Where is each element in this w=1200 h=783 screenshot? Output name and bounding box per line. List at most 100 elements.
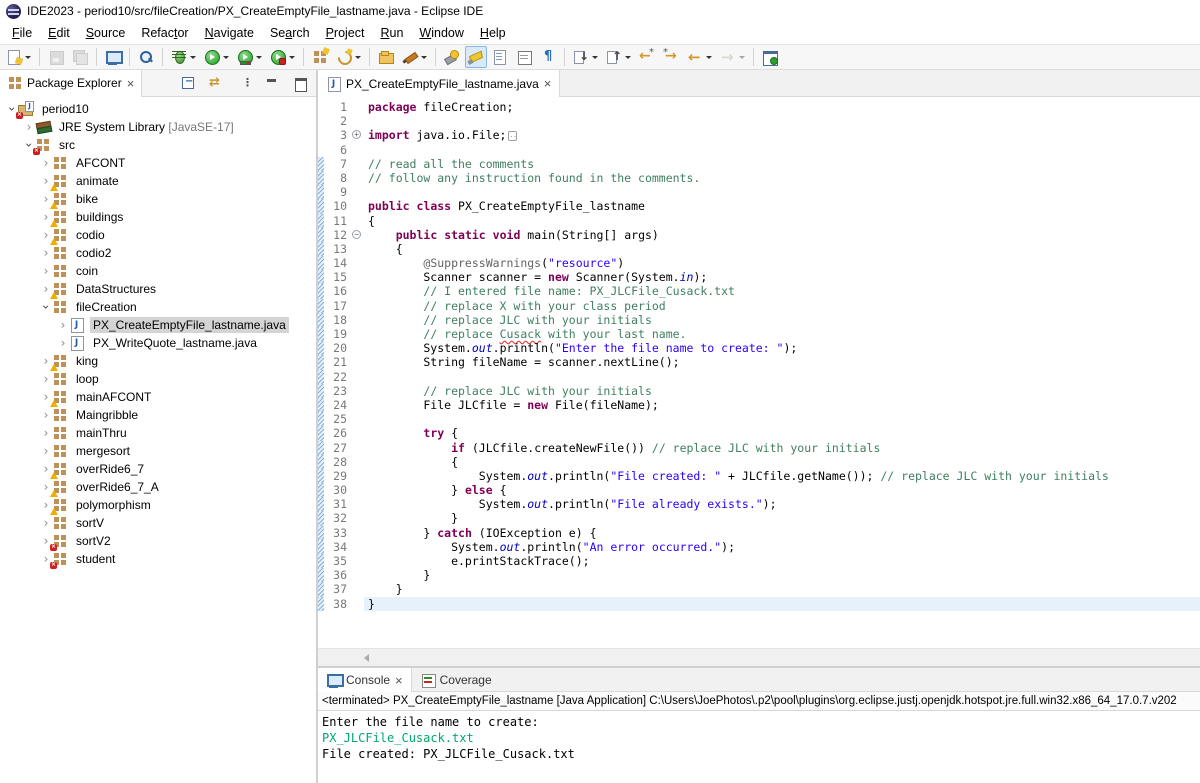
- chevron-collapsed-icon[interactable]: ›: [57, 319, 69, 331]
- tab-coverage[interactable]: Coverage: [412, 668, 500, 692]
- new-java-class-button[interactable]: [333, 46, 364, 68]
- tree-item-jre-system-library[interactable]: ›JRE System Library [JavaSE-17]: [0, 118, 316, 136]
- mark-occurrences-button[interactable]: [465, 46, 487, 68]
- tree-item-override6-7[interactable]: ›overRide6_7: [0, 460, 316, 478]
- code-line[interactable]: 25: [318, 412, 1200, 426]
- menu-navigate[interactable]: Navigate: [197, 24, 262, 42]
- menu-project[interactable]: Project: [318, 24, 373, 42]
- tree-item-mainthru[interactable]: ›mainThru: [0, 424, 316, 442]
- console-output[interactable]: Enter the file name to create: PX_JLCFil…: [318, 711, 1200, 783]
- chevron-collapsed-icon[interactable]: ›: [40, 445, 52, 457]
- chevron-collapsed-icon[interactable]: ›: [40, 157, 52, 169]
- code-line[interactable]: 11{: [318, 214, 1200, 228]
- dropdown-caret-icon[interactable]: [256, 56, 262, 59]
- tab-editor-file[interactable]: PX_CreateEmptyFile_lastname.java ×: [318, 70, 560, 97]
- code-line[interactable]: 17 // replace X with your class period: [318, 299, 1200, 313]
- new-java-project-button[interactable]: [309, 46, 331, 68]
- expand-fold-icon[interactable]: +: [352, 130, 361, 139]
- chevron-collapsed-icon[interactable]: ›: [40, 373, 52, 385]
- chevron-collapsed-icon[interactable]: ›: [40, 409, 52, 421]
- new-wizard-button[interactable]: [3, 46, 34, 68]
- code-line[interactable]: 6: [318, 143, 1200, 157]
- code-line[interactable]: 34 System.out.println("An error occurred…: [318, 540, 1200, 554]
- tab-package-explorer[interactable]: Package Explorer ×: [0, 70, 142, 97]
- new-editor-window-button[interactable]: [759, 46, 781, 68]
- menu-run[interactable]: Run: [372, 24, 411, 42]
- tree-item-sortv[interactable]: ›sortV: [0, 514, 316, 532]
- menu-window[interactable]: Window: [411, 24, 471, 42]
- chevron-expanded-icon[interactable]: ›: [40, 301, 52, 313]
- dropdown-caret-icon[interactable]: [355, 56, 361, 59]
- dropdown-caret-icon[interactable]: [25, 56, 31, 59]
- code-line[interactable]: 13 {: [318, 242, 1200, 256]
- external-tools-button[interactable]: [399, 46, 430, 68]
- dropdown-caret-icon[interactable]: [739, 56, 745, 59]
- code-line[interactable]: 19 // replace Cusack with your last name…: [318, 327, 1200, 341]
- code-line[interactable]: 15 Scanner scanner = new Scanner(System.…: [318, 270, 1200, 284]
- code-line[interactable]: 30 } else {: [318, 483, 1200, 497]
- menu-help[interactable]: Help: [472, 24, 514, 42]
- view-menu-button[interactable]: [233, 72, 255, 94]
- tree-item-sortv2[interactable]: ›sortV2: [0, 532, 316, 550]
- code-line[interactable]: 26 try {: [318, 426, 1200, 440]
- next-annotation-button[interactable]: [570, 46, 601, 68]
- code-line[interactable]: 1package fileCreation;: [318, 100, 1200, 114]
- back-button[interactable]: [684, 46, 715, 68]
- code-line[interactable]: 3+import java.io.File;..: [318, 128, 1200, 142]
- code-line[interactable]: 20 System.out.println("Enter the file na…: [318, 341, 1200, 355]
- scroll-left-arrow-icon[interactable]: [364, 654, 369, 662]
- dropdown-caret-icon[interactable]: [625, 56, 631, 59]
- menu-edit[interactable]: Edit: [40, 24, 78, 42]
- minimize-button[interactable]: [261, 72, 283, 94]
- code-line[interactable]: 27 if (JLCfile.createNewFile()) // repla…: [318, 441, 1200, 455]
- tree-item-filecreation[interactable]: ›fileCreation: [0, 298, 316, 316]
- code-line[interactable]: 33 } catch (IOException e) {: [318, 526, 1200, 540]
- chevron-collapsed-icon[interactable]: ›: [40, 427, 52, 439]
- code-line[interactable]: 32 }: [318, 511, 1200, 525]
- chevron-collapsed-icon[interactable]: ›: [40, 247, 52, 259]
- folded-code-box[interactable]: ..: [508, 131, 517, 141]
- code-line[interactable]: 10public class PX_CreateEmptyFile_lastna…: [318, 199, 1200, 213]
- tree-item-mergesort[interactable]: ›mergesort: [0, 442, 316, 460]
- search-button[interactable]: [441, 46, 463, 68]
- code-line[interactable]: 9: [318, 185, 1200, 199]
- chevron-collapsed-icon[interactable]: ›: [57, 337, 69, 349]
- tree-item-polymorphism[interactable]: ›polymorphism: [0, 496, 316, 514]
- debug-button[interactable]: [168, 46, 199, 68]
- code-line[interactable]: 23 // replace JLC with your initials: [318, 384, 1200, 398]
- chevron-collapsed-icon[interactable]: ›: [40, 517, 52, 529]
- collapse-fold-icon[interactable]: −: [352, 230, 361, 239]
- tree-item-student[interactable]: ›student: [0, 550, 316, 568]
- dropdown-caret-icon[interactable]: [289, 56, 295, 59]
- code-line[interactable]: 12− public static void main(String[] arg…: [318, 228, 1200, 242]
- tree-item-coin[interactable]: ›coin: [0, 262, 316, 280]
- show-whitespace-button[interactable]: [537, 46, 559, 68]
- code-editor[interactable]: 1package fileCreation;23+import java.io.…: [318, 97, 1200, 648]
- tree-item-animate[interactable]: ›animate: [0, 172, 316, 190]
- chevron-collapsed-icon[interactable]: ›: [23, 121, 35, 133]
- code-line[interactable]: 21 String fileName = scanner.nextLine();: [318, 355, 1200, 369]
- tree-item-king[interactable]: ›king: [0, 352, 316, 370]
- code-line[interactable]: 29 System.out.println("File created: " +…: [318, 469, 1200, 483]
- tree-item-buildings[interactable]: ›buildings: [0, 208, 316, 226]
- code-line[interactable]: 16 // I entered file name: PX_JLCFile_Cu…: [318, 284, 1200, 298]
- open-element-button[interactable]: [135, 46, 157, 68]
- menu-refactor[interactable]: Refactor: [133, 24, 196, 42]
- tree-item-src[interactable]: ›src: [0, 136, 316, 154]
- menu-source[interactable]: Source: [78, 24, 134, 42]
- code-line[interactable]: 14 @SuppressWarnings("resource"): [318, 256, 1200, 270]
- chevron-collapsed-icon[interactable]: ›: [40, 265, 52, 277]
- code-line[interactable]: 7// read all the comments: [318, 157, 1200, 171]
- next-edit-location-button[interactable]: [660, 46, 682, 68]
- code-line[interactable]: 24 File JLCfile = new File(fileName);: [318, 398, 1200, 412]
- maximize-button[interactable]: [289, 72, 311, 94]
- code-line[interactable]: 35 e.printStackTrace();: [318, 554, 1200, 568]
- tree-item-px-createemptyfile-lastname-java[interactable]: ›PX_CreateEmptyFile_lastname.java: [0, 316, 316, 334]
- dropdown-caret-icon[interactable]: [223, 56, 229, 59]
- tab-console[interactable]: Console×: [318, 668, 412, 692]
- close-icon[interactable]: ×: [127, 77, 135, 90]
- profile-button[interactable]: [267, 46, 298, 68]
- code-line[interactable]: 8// follow any instruction found in the …: [318, 171, 1200, 185]
- show-source-button[interactable]: [489, 46, 511, 68]
- code-line[interactable]: 38}: [318, 597, 1200, 611]
